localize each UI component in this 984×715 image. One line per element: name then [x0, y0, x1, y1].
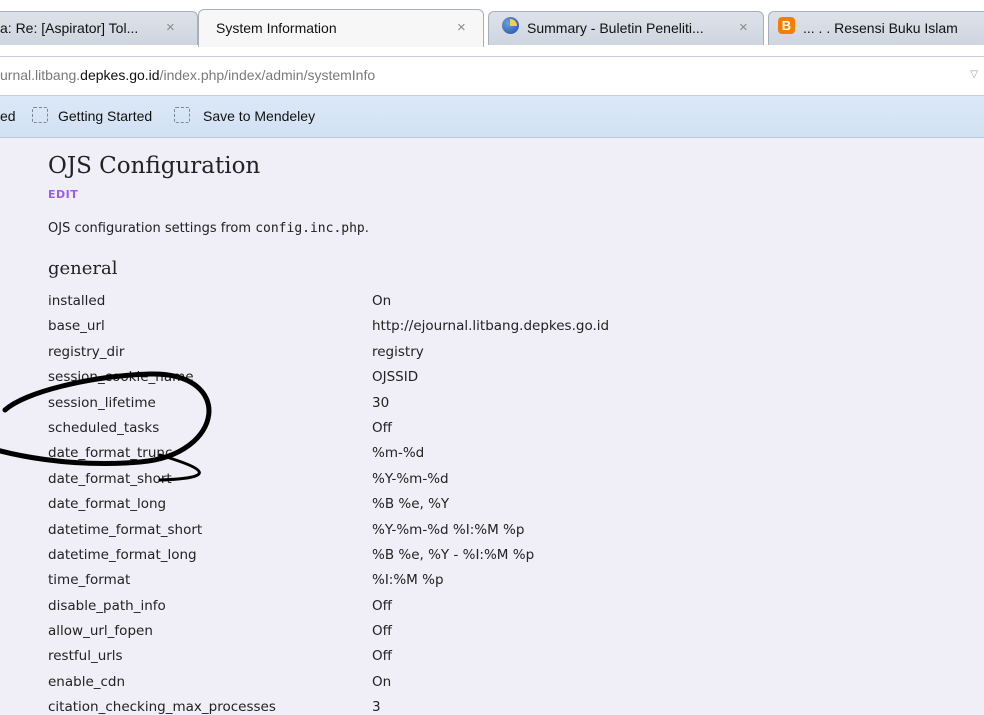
url-field[interactable]: urnal.litbang.depkes.go.id/index.php/ind… [0, 67, 375, 83]
settings-row: datetime_format_long %B %e, %Y - %I:%M %p [48, 543, 948, 568]
address-bar[interactable]: urnal.litbang.depkes.go.id/index.php/ind… [0, 56, 984, 96]
settings-row: date_format_long %B %e, %Y [48, 492, 948, 517]
tab-label: System Information [216, 20, 337, 36]
setting-key: datetime_format_short [48, 521, 203, 538]
bookmark-page-icon [32, 107, 48, 123]
setting-value: On [372, 673, 392, 690]
setting-key: base_url [48, 318, 105, 335]
setting-value: %I:%M %p [372, 572, 444, 589]
setting-value: On [372, 293, 392, 309]
setting-key: disable_path_info [48, 597, 166, 614]
settings-row: session_lifetime 30 [48, 391, 948, 416]
settings-table: installed On base_url http://ejournal.litb… [48, 289, 948, 715]
setting-key: allow_url_fopen [48, 623, 153, 640]
setting-value: OJSSID [372, 369, 419, 386]
section-title-general: general [48, 258, 118, 279]
setting-key: installed [48, 293, 106, 309]
tab-aspirator[interactable]: a: Re: [Aspirator] Tol... × [0, 11, 190, 45]
setting-value: registry [372, 343, 424, 360]
tab-close-icon[interactable]: × [457, 19, 466, 36]
tab-resensi-buku[interactable]: ... . . Resensi Buku Islam [803, 11, 984, 45]
report-icon [502, 17, 519, 34]
tab-close-icon[interactable]: × [739, 19, 748, 36]
setting-value: %Y-%m-%d [372, 470, 449, 487]
setting-key: scheduled_tasks [48, 419, 160, 436]
edit-link[interactable]: EDIT [48, 188, 78, 201]
tab-label: ... . . Resensi Buku Islam [803, 20, 958, 36]
setting-value: 30 [372, 394, 390, 411]
url-prefix: urnal.litbang. [0, 67, 81, 83]
settings-row: date_format_trunc %m-%d [48, 441, 948, 466]
setting-value: %Y-%m-%d %I:%M %p [372, 521, 525, 538]
bookmark-truncated[interactable]: ed [0, 108, 16, 124]
tab-close-icon[interactable]: × [166, 19, 175, 36]
setting-key: datetime_format_long [48, 546, 197, 563]
page-content: OJS Configuration EDIT OJS configuration… [0, 138, 984, 715]
setting-key: session_cookie_name [48, 369, 194, 386]
setting-value: http://ejournal.litbang.depkes.go.id [372, 318, 610, 335]
settings-row: datetime_format_short %Y-%m-%d %I:%M %p [48, 518, 948, 543]
bookmark-page-icon [174, 107, 190, 123]
settings-row: allow_url_fopen Off [48, 619, 948, 644]
settings-row: disable_path_info Off [48, 594, 948, 619]
setting-value: %B %e, %Y - %I:%M %p [372, 546, 535, 563]
setting-key: restful_urls [48, 648, 123, 665]
setting-value: Off [372, 648, 392, 665]
bookmark-getting-started[interactable]: Getting Started [58, 108, 152, 124]
setting-key: time_format [48, 572, 131, 589]
settings-row: time_format %I:%M %p [48, 568, 948, 593]
setting-value: %m-%d [372, 445, 425, 462]
settings-row: enable_cdn On [48, 670, 948, 695]
settings-row: citation_checking_max_processes 3 [48, 695, 948, 715]
settings-row: session_cookie_name OJSSID [48, 365, 948, 390]
bookmarks-bar: ed Getting Started Save to Mendeley [0, 96, 984, 138]
setting-value: Off [372, 419, 392, 436]
settings-row: registry_dir registry [48, 340, 948, 365]
setting-key: date_format_short [48, 470, 172, 487]
url-path: /index.php/index/admin/systemInfo [159, 67, 376, 83]
settings-row: restful_urls Off [48, 644, 948, 669]
setting-key: registry_dir [48, 343, 125, 360]
setting-value: %B %e, %Y [372, 496, 450, 513]
description-text: OJS configuration settings from [48, 221, 256, 236]
settings-row: scheduled_tasks Off [48, 416, 948, 441]
setting-key: date_format_trunc [48, 445, 173, 462]
settings-row: date_format_short %Y-%m-%d [48, 467, 948, 492]
tab-strip: a: Re: [Aspirator] Tol... × System Infor… [0, 0, 984, 56]
config-filename: config.inc.php [255, 221, 365, 236]
settings-row: base_url http://ejournal.litbang.depkes.g… [48, 314, 948, 339]
setting-key: citation_checking_max_processes [48, 699, 276, 715]
settings-row: installed On [48, 289, 948, 314]
tab-summary-buletin[interactable]: Summary - Buletin Peneliti... × [527, 11, 757, 45]
url-dropdown-icon[interactable]: ▽ [970, 69, 978, 80]
setting-value: 3 [372, 699, 381, 715]
url-host: depkes.go.id [80, 67, 160, 83]
config-description: OJS configuration settings from config.i… [48, 221, 369, 236]
description-period: . [364, 221, 369, 236]
setting-key: date_format_long [48, 496, 167, 513]
blogger-icon: B [778, 17, 795, 34]
tab-system-information[interactable]: System Information × [216, 11, 476, 45]
page-title: OJS Configuration [48, 153, 261, 179]
setting-value: Off [372, 623, 392, 640]
setting-key: session_lifetime [48, 394, 156, 411]
tab-label: Summary - Buletin Peneliti... [527, 20, 704, 36]
tab-label: a: Re: [Aspirator] Tol... [0, 20, 139, 36]
setting-value: Off [372, 597, 392, 614]
bookmark-save-to-mendeley[interactable]: Save to Mendeley [203, 108, 315, 124]
setting-key: enable_cdn [48, 673, 126, 690]
